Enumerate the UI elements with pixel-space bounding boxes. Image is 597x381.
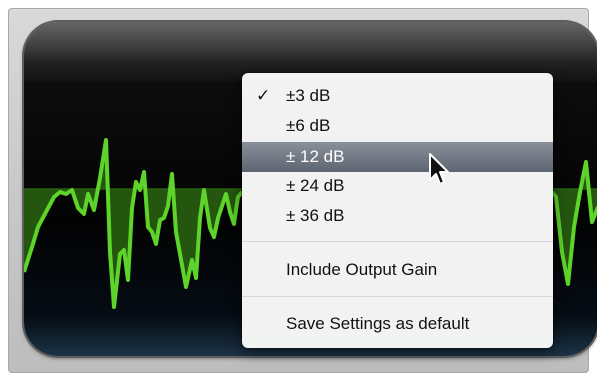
arrow-pointer-icon (429, 153, 449, 185)
waveform-line-right (550, 160, 597, 286)
menu-item-include-output-gain[interactable]: Include Output Gain (242, 255, 553, 285)
menu-item-label: ±6 dB (286, 116, 331, 135)
waveform-line-left (24, 138, 244, 309)
menu-separator (242, 241, 553, 242)
menu-item-label: Save Settings as default (286, 314, 470, 333)
menu-item-3db[interactable]: ✓ ±3 dB (242, 81, 553, 111)
menu-item-label: ± 24 dB (286, 176, 345, 195)
menu-item-24db[interactable]: ± 24 dB (242, 171, 553, 201)
menu-item-label: ± 12 dB (286, 147, 345, 166)
menu-item-36db[interactable]: ± 36 dB (242, 201, 553, 231)
menu-item-label: ±3 dB (286, 86, 331, 105)
menu-separator (242, 296, 553, 297)
menu-item-label: ± 36 dB (286, 206, 345, 225)
menu-item-12db[interactable]: ± 12 dB (242, 142, 553, 172)
menu-item-6db[interactable]: ±6 dB (242, 111, 553, 141)
checkmark-icon: ✓ (256, 86, 271, 105)
menu-item-save-settings-default[interactable]: Save Settings as default (242, 309, 553, 339)
range-context-menu[interactable]: ✓ ±3 dB ±6 dB ± 12 dB ± 24 dB ± 36 dB In… (242, 73, 553, 348)
menu-item-label: Include Output Gain (286, 260, 438, 279)
